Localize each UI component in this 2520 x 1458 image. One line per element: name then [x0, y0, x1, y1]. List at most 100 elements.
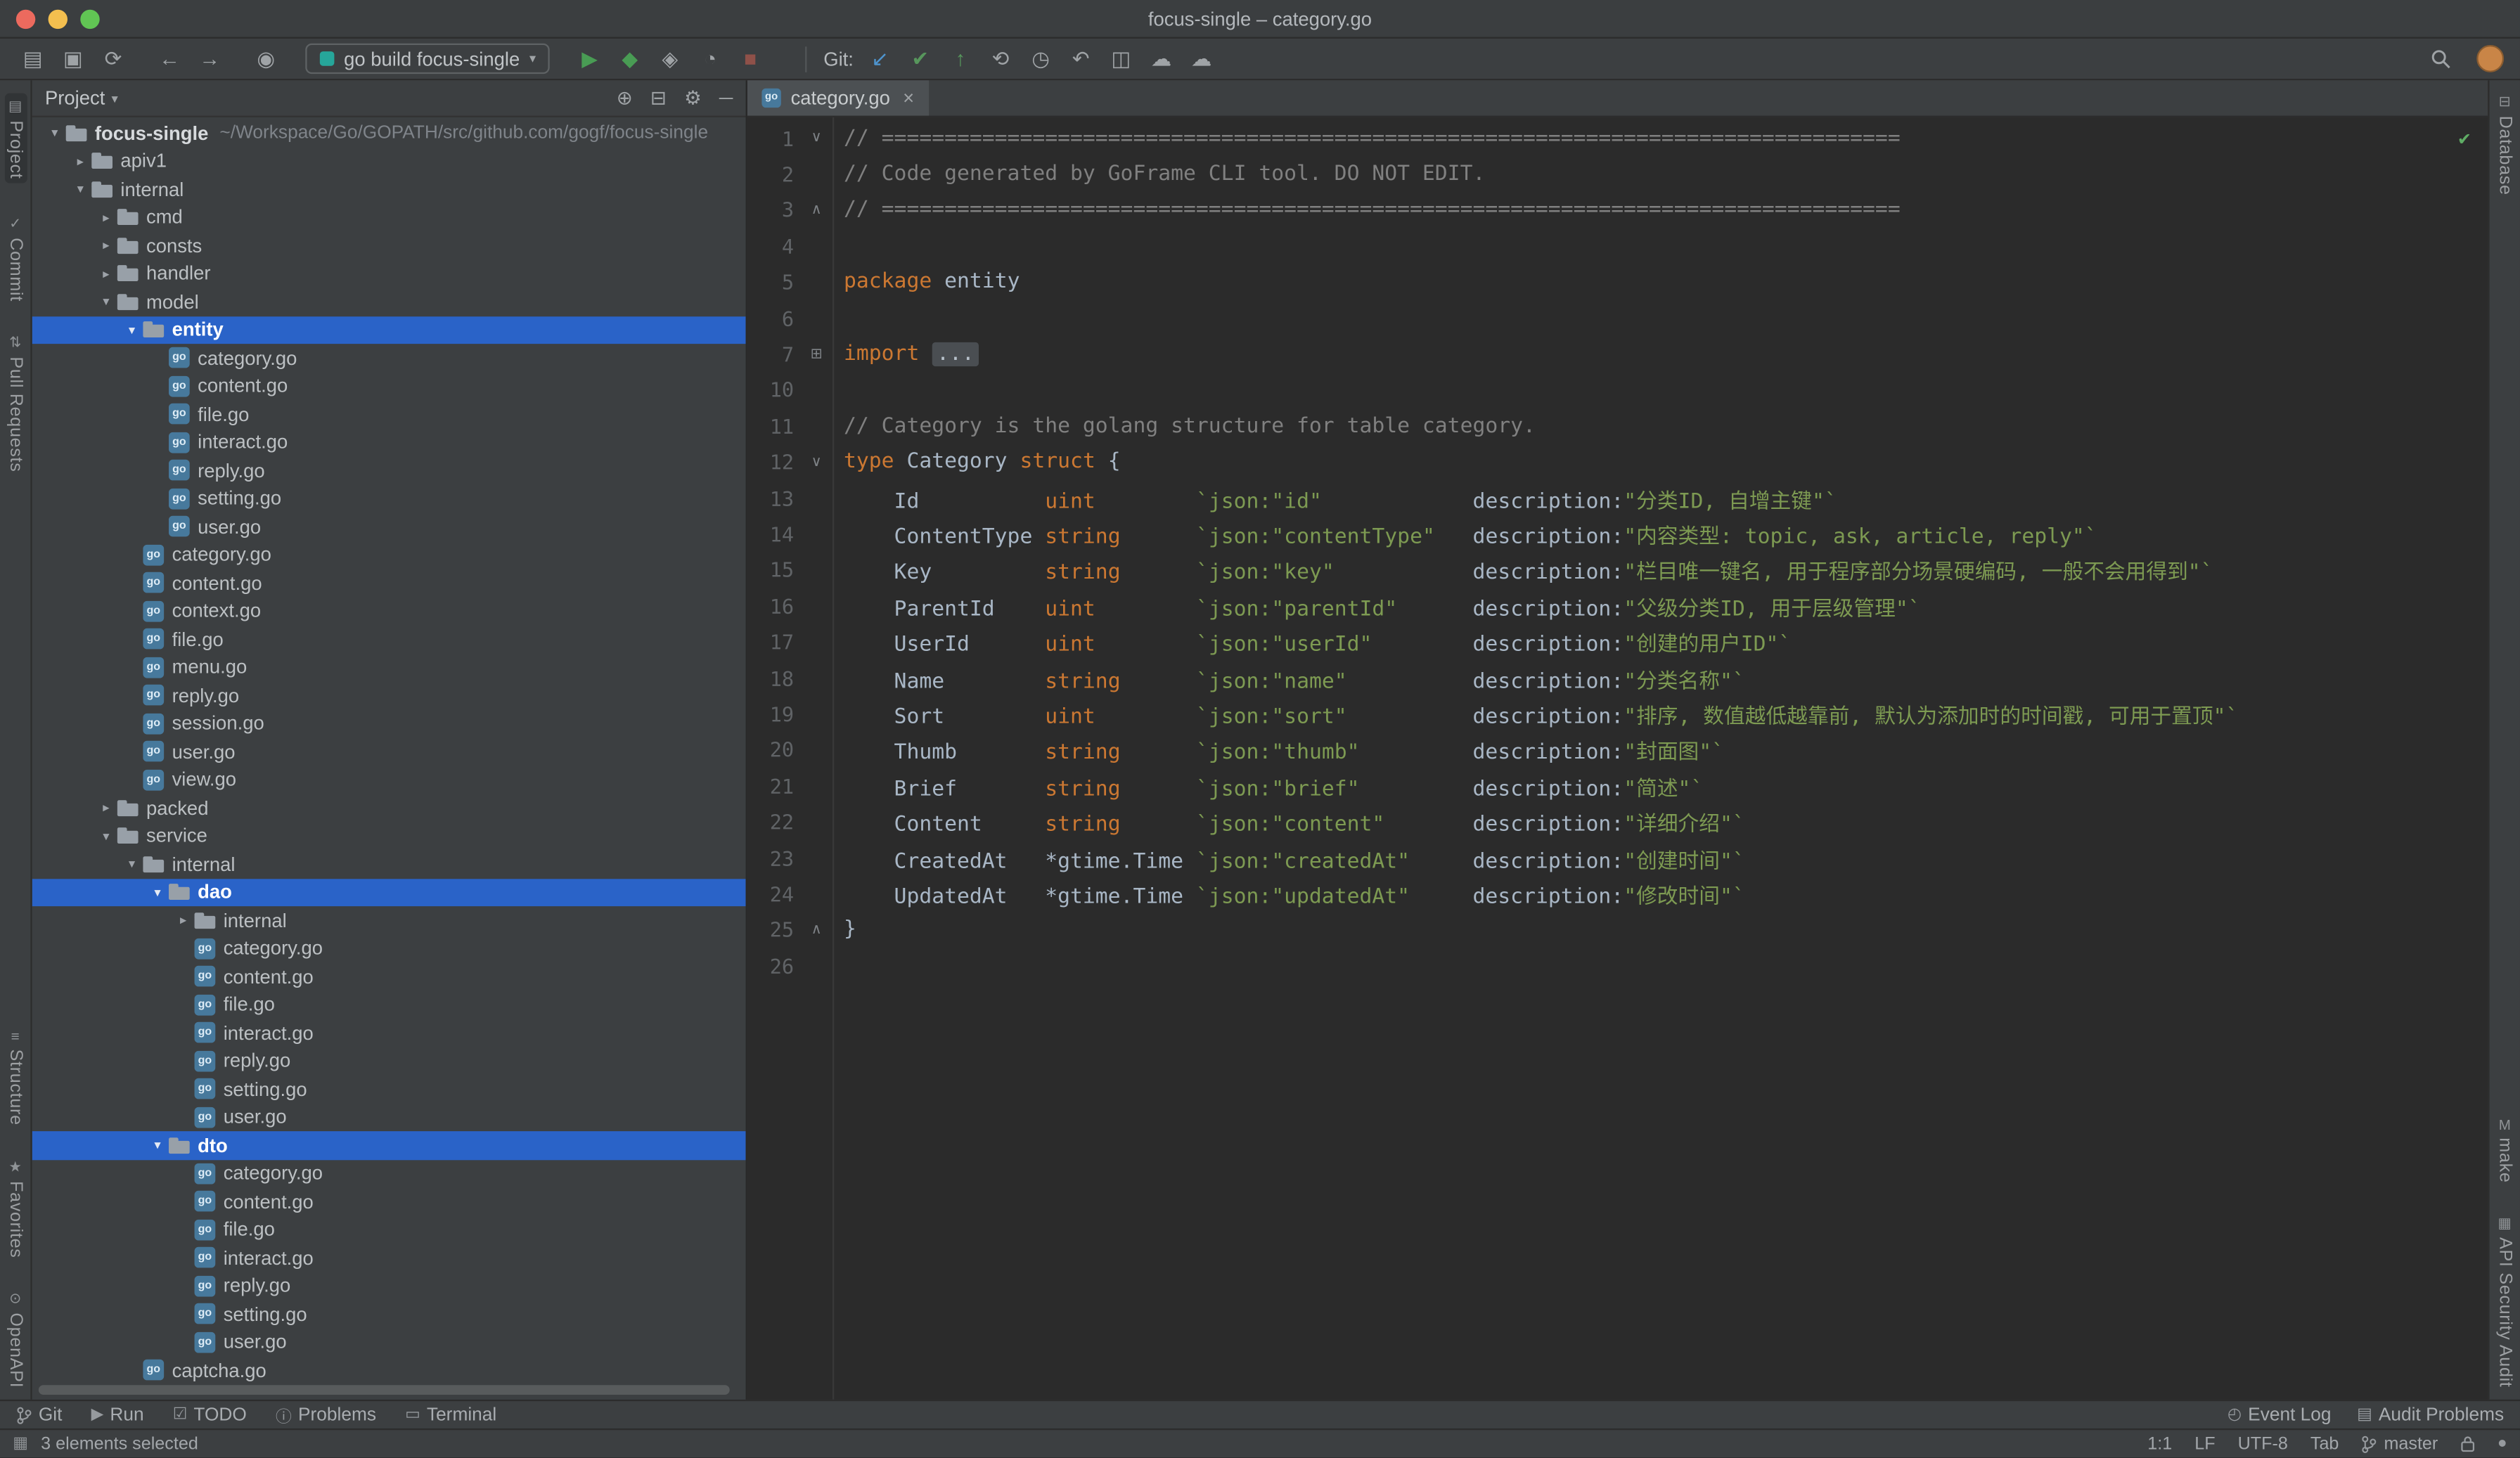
toolwindow-terminal[interactable]: ▭Terminal	[405, 1406, 496, 1425]
tree-file-category.go[interactable]: gocategory.go	[32, 541, 746, 569]
tree-file-context.go[interactable]: gocontext.go	[32, 597, 746, 625]
project-view-selector[interactable]: Project ▾	[45, 86, 118, 109]
user-avatar[interactable]	[2476, 45, 2504, 72]
tree-file-category.go[interactable]: gocategory.go	[32, 1159, 746, 1187]
toolwindow-problems[interactable]: ⓘProblems	[276, 1403, 376, 1427]
tree-folder-packed[interactable]: ▸packed	[32, 794, 746, 822]
tree-file-content.go[interactable]: gocontent.go	[32, 372, 746, 400]
profile-icon[interactable]: ◉	[249, 43, 283, 75]
code-line[interactable]: 1∨// ===================================…	[747, 120, 2488, 156]
fold-marker-icon[interactable]: ⊞	[802, 347, 831, 363]
expand-arrow-icon[interactable]: ▾	[95, 829, 117, 844]
code-line[interactable]: 25∧}	[747, 912, 2488, 948]
revert-icon[interactable]: ↶	[1064, 43, 1098, 75]
tree-file-file.go[interactable]: gofile.go	[32, 991, 746, 1019]
tree-folder-dto[interactable]: ▾dto	[32, 1131, 746, 1159]
forward-icon[interactable]: →	[193, 43, 226, 75]
synchronize-icon[interactable]: ⟳	[96, 43, 130, 75]
expand-arrow-icon[interactable]: ▾	[146, 1138, 169, 1153]
debug-icon[interactable]: ◆	[613, 43, 647, 75]
write-lock[interactable]	[2460, 1436, 2475, 1453]
expand-arrow-icon[interactable]: ▾	[44, 126, 66, 141]
upload-icon[interactable]: ☁	[1185, 43, 1219, 75]
tree-file-interact.go[interactable]: gointeract.go	[32, 1019, 746, 1047]
expand-arrow-icon[interactable]: ▸	[95, 210, 117, 225]
toolstripe-project[interactable]: ▤Project	[4, 93, 27, 184]
code-line[interactable]: 13 Id uint `json:"id" description:"分类ID,…	[747, 480, 2488, 516]
tree-file-user.go[interactable]: gouser.go	[32, 512, 746, 541]
close-tab-icon[interactable]: ×	[903, 86, 914, 109]
tree-folder-internal[interactable]: ▾internal	[32, 175, 746, 203]
caret-position[interactable]: 1:1	[2147, 1435, 2172, 1454]
toolwindow-run[interactable]: ▶Run	[91, 1406, 144, 1425]
push-icon[interactable]: ↑	[944, 43, 977, 75]
expand-arrow-icon[interactable]: ▾	[120, 323, 143, 337]
expand-arrow-icon[interactable]: ▸	[95, 266, 117, 281]
search-icon[interactable]	[2424, 43, 2457, 75]
tree-file-interact.go[interactable]: gointeract.go	[32, 1244, 746, 1272]
profiler-icon[interactable]: ◔	[693, 43, 727, 75]
tree-file-category.go[interactable]: gocategory.go	[32, 344, 746, 372]
code-line[interactable]: 20 Thumb string `json:"thumb" descriptio…	[747, 732, 2488, 768]
inspection-ok-icon[interactable]: ✔	[2459, 127, 2471, 150]
expand-arrow-icon[interactable]: ▸	[69, 154, 91, 169]
code-line[interactable]: 19 Sort uint `json:"sort" description:"排…	[747, 696, 2488, 732]
git-branch[interactable]: master	[2361, 1435, 2438, 1454]
line-ending[interactable]: LF	[2194, 1435, 2215, 1454]
tree-folder-apiv1[interactable]: ▸apiv1	[32, 147, 746, 175]
tree-file-content.go[interactable]: gocontent.go	[32, 962, 746, 991]
audit-problems-button[interactable]: ▤Audit Problems	[2357, 1406, 2504, 1425]
select-opened-file-icon[interactable]: ⊕	[617, 86, 633, 109]
commit-icon[interactable]: ✔	[904, 43, 937, 75]
toolstripe-make[interactable]: Mmake	[2495, 1116, 2514, 1182]
toolstripe-structure[interactable]: ≡Structure	[6, 1029, 25, 1126]
tree-file-reply.go[interactable]: goreply.go	[32, 681, 746, 709]
tree-file-menu.go[interactable]: gomenu.go	[32, 653, 746, 681]
expand-arrow-icon[interactable]: ▾	[120, 857, 143, 872]
code-line[interactable]: 21 Brief string `json:"brief" descriptio…	[747, 768, 2488, 804]
toolwindow-git[interactable]: Git	[16, 1406, 63, 1425]
tree-file-reply.go[interactable]: goreply.go	[32, 1047, 746, 1075]
fold-marker-icon[interactable]: ∨	[802, 131, 831, 147]
expand-arrow-icon[interactable]: ▸	[172, 913, 195, 928]
code-line[interactable]: 24 UpdatedAt *gtime.Time `json:"updatedA…	[747, 876, 2488, 912]
code-line[interactable]: 11// Category is the golang structure fo…	[747, 408, 2488, 444]
toolstripe-openapi[interactable]: ⊙OpenAPI	[6, 1290, 25, 1388]
tree-file-category.go[interactable]: gocategory.go	[32, 934, 746, 962]
tree-file-user.go[interactable]: gouser.go	[32, 1103, 746, 1131]
code-line[interactable]: 22 Content string `json:"content" descri…	[747, 804, 2488, 840]
tree-folder-consts[interactable]: ▸consts	[32, 231, 746, 259]
open-project-icon[interactable]: ▤	[16, 43, 50, 75]
run-config-combo[interactable]: go build focus-single ▾	[305, 44, 550, 74]
toolstripe-commit[interactable]: ✓Commit	[6, 216, 25, 302]
fold-marker-icon[interactable]: ∨	[802, 454, 831, 470]
tree-file-reply.go[interactable]: goreply.go	[32, 1272, 746, 1300]
history-icon[interactable]: ◷	[1024, 43, 1058, 75]
code-line[interactable]: 3∧// ===================================…	[747, 193, 2488, 228]
event-log-button[interactable]: ◴Event Log	[2228, 1406, 2331, 1425]
options-gear-icon[interactable]: ⚙	[684, 86, 702, 109]
tree-file-session.go[interactable]: gosession.go	[32, 709, 746, 737]
hide-panel-icon[interactable]: ─	[719, 86, 733, 109]
code-line[interactable]: 17 UserId uint `json:"userId" descriptio…	[747, 624, 2488, 660]
toolstripe-database[interactable]: ⊟Database	[2495, 93, 2514, 195]
tree-folder-handler[interactable]: ▸handler	[32, 259, 746, 288]
close-window-button[interactable]	[16, 10, 35, 29]
fold-marker-icon[interactable]: ∧	[802, 922, 831, 938]
compare-icon[interactable]: ◫	[1104, 43, 1138, 75]
tree-file-content.go[interactable]: gocontent.go	[32, 569, 746, 597]
zoom-window-button[interactable]	[80, 10, 99, 29]
toolstripe-api-security-audit[interactable]: ▦API Security Audit	[2495, 1215, 2514, 1388]
code-line[interactable]: 16 ParentId uint `json:"parentId" descri…	[747, 588, 2488, 624]
code-line[interactable]: 14 ContentType string `json:"contentType…	[747, 516, 2488, 552]
toolwindow-switcher-icon[interactable]: ▦	[13, 1436, 28, 1453]
tree-file-setting.go[interactable]: gosetting.go	[32, 1300, 746, 1328]
update-project-icon[interactable]: ↙	[863, 43, 897, 75]
background-tasks[interactable]: ●	[2498, 1436, 2507, 1453]
expand-arrow-icon[interactable]: ▾	[146, 885, 169, 900]
code-line[interactable]: 12∨type Category struct {	[747, 444, 2488, 480]
fold-marker-icon[interactable]: ∧	[802, 202, 831, 219]
expand-arrow-icon[interactable]: ▸	[95, 238, 117, 253]
expand-arrow-icon[interactable]: ▸	[95, 801, 117, 815]
collapse-all-icon[interactable]: ⊟	[650, 86, 667, 109]
